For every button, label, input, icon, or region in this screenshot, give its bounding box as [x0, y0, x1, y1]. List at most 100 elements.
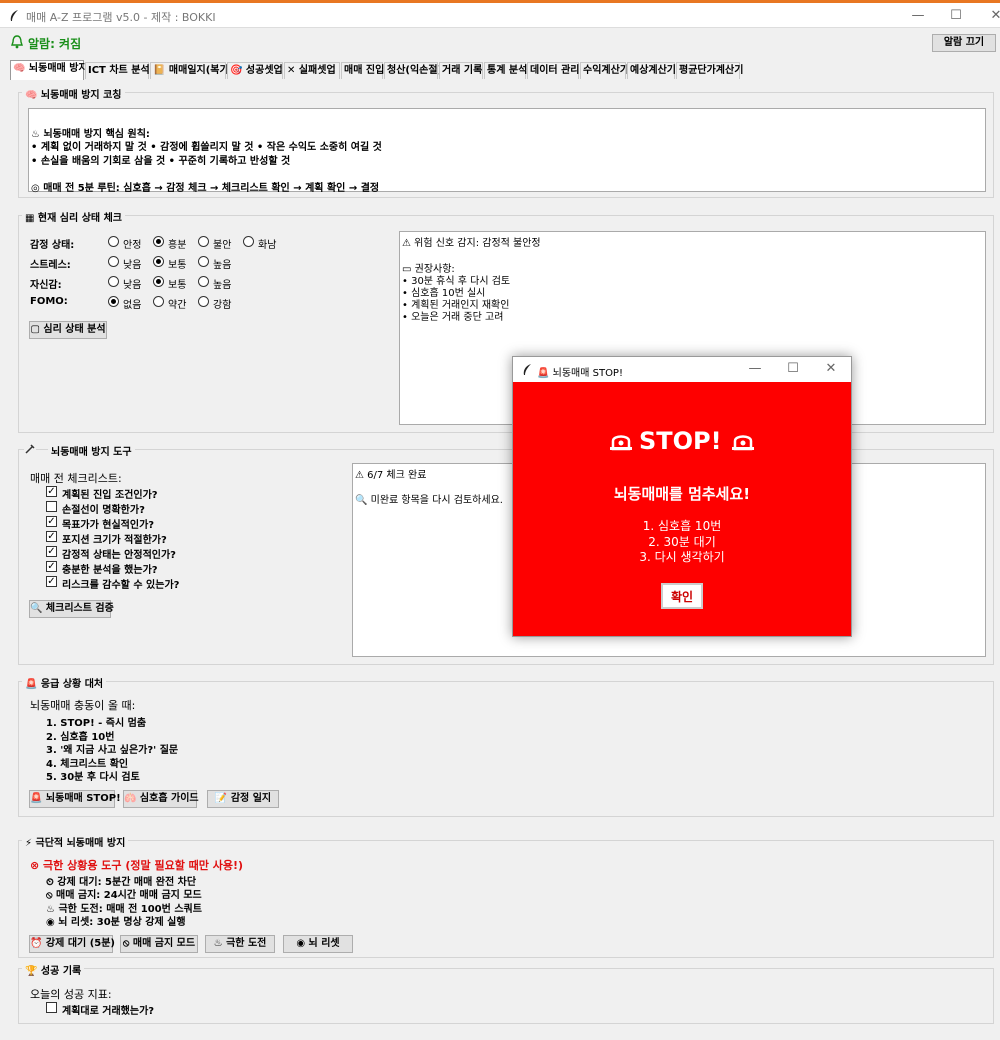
emotion-radio-angry[interactable] — [243, 236, 254, 247]
maximize-button[interactable]: ☐ — [936, 6, 976, 26]
tab-trade-record[interactable]: 거래 기록 — [439, 62, 483, 79]
stop-popup-window: 🚨 뇌동매매 STOP! — ☐ ✕ STOP! 뇌동매매를 멈추세요! 1. … — [512, 356, 852, 637]
extreme-line: ◉ 뇌 리셋: 30분 명상 강제 실행 — [46, 917, 186, 928]
option-label: 화남 — [258, 240, 277, 251]
popup-maximize-button[interactable]: ☐ — [773, 359, 813, 379]
tab-data-management[interactable]: 데이터 관리 — [527, 62, 579, 79]
tab-statistics[interactable]: 통계 분석 — [484, 62, 527, 79]
analyze-mental-button[interactable]: ▢ 심리 상태 분석 — [29, 321, 107, 339]
minimize-button[interactable]: — — [898, 6, 938, 26]
tab-trade-journal[interactable]: 📔 매매일지(복기) — [150, 62, 233, 79]
checklist-checkbox[interactable]: ✓ — [46, 516, 57, 527]
popup-titlebar: 🚨 뇌동매매 STOP! — ☐ ✕ — [513, 357, 851, 382]
popup-minimize-button[interactable]: — — [735, 359, 775, 379]
popup-title: 🚨 뇌동매매 STOP! — [537, 368, 623, 379]
breathing-guide-button[interactable]: 🫁 심호흡 가이드 — [123, 790, 199, 808]
feather-icon — [523, 364, 531, 375]
window-title: 매매 A-Z 프로그램 v5.0 - 제작 : BOKKI — [26, 11, 216, 24]
bell-icon — [11, 35, 23, 49]
tab-trade-entry[interactable]: 매매 진입 — [341, 62, 384, 79]
popup-headline: STOP! — [639, 427, 722, 455]
emergency-step: 5. 30분 후 다시 검토 — [46, 772, 140, 783]
success-checkbox[interactable] — [46, 1002, 57, 1013]
checklist-label: 리스크를 감수할 수 있는가? — [62, 580, 180, 591]
fomo-label: FOMO: — [30, 296, 68, 307]
emotion-label: 감정 상태: — [30, 240, 75, 251]
emergency-step: 3. '왜 지금 사고 싶은가?' 질문 — [46, 745, 179, 756]
checklist-checkbox[interactable]: ✓ — [46, 486, 57, 497]
alarm-status: 알람: 켜짐 — [28, 37, 82, 51]
result-line: 🔍 미완료 항목을 다시 검토하세요. — [355, 495, 503, 506]
siren-icon — [732, 435, 754, 451]
emergency-step: 1. STOP! - 즉시 멈춤 — [46, 718, 147, 729]
tab-exit[interactable]: 청산(익손절) — [384, 62, 442, 79]
popup-step: 1. 심호흡 10번 — [642, 519, 722, 533]
result-line: ⚠ 위험 신호 감지: 감정적 불안정 — [402, 238, 541, 249]
checklist-title: 매매 전 체크리스트: — [30, 472, 122, 485]
option-label: 높음 — [213, 280, 232, 291]
siren-icon — [610, 435, 632, 451]
checklist-label: 충분한 분석을 했는가? — [62, 565, 158, 576]
stress-radio-medium[interactable] — [153, 256, 164, 267]
tab-avg-price-calculator[interactable]: 평균단가계산기 — [676, 62, 743, 79]
option-label: 낮음 — [123, 260, 142, 271]
forced-wait-button[interactable]: ⏰ 강제 대기 (5분) — [29, 935, 115, 953]
popup-ok-button[interactable]: 확인 — [661, 583, 703, 609]
option-label: 불안 — [213, 240, 232, 251]
extreme-title: ⚡ 극단적 뇌동매매 방지 — [22, 834, 129, 849]
tools-icon — [24, 443, 36, 455]
tab-forecast-calculator[interactable]: 예상계산기 — [627, 62, 676, 79]
emotion-radio-anxious[interactable] — [198, 236, 209, 247]
fomo-radio-slight[interactable] — [153, 296, 164, 307]
extreme-warning: ⊗ 극한 상황용 도구 (정말 필요할 때만 사용!) — [30, 859, 244, 872]
window-titlebar: 매매 A-Z 프로그램 v5.0 - 제작 : BOKKI — ☐ ✕ — [0, 3, 1000, 28]
checklist-checkbox[interactable]: ✓ — [46, 561, 57, 572]
success-frame — [18, 968, 994, 1024]
success-item-label: 계획대로 거래했는가? — [62, 1006, 155, 1017]
emotion-journal-button[interactable]: 📝 감정 일지 — [207, 790, 279, 808]
tab-profit-calculator[interactable]: 수익계산기 — [580, 62, 629, 79]
emergency-heading: 뇌동매매 충동이 올 때: — [30, 699, 136, 712]
verify-checklist-button[interactable]: 🔍 체크리스트 검증 — [29, 600, 114, 618]
checklist-checkbox[interactable] — [46, 501, 57, 512]
fomo-radio-none[interactable] — [108, 296, 119, 307]
emotion-radio-excited[interactable] — [153, 236, 164, 247]
option-label: 강함 — [213, 300, 232, 311]
option-label: 안정 — [123, 240, 142, 251]
close-button[interactable]: ✕ — [976, 6, 1000, 26]
tab-fail-setup[interactable]: ✕ 실패셋업 — [284, 62, 340, 79]
checklist-checkbox[interactable]: ✓ — [46, 531, 57, 542]
result-line: • 오늘은 거래 중단 고려 — [402, 312, 504, 323]
tab-impulse-prevention[interactable]: 🧠 뇌동매매 방지 — [10, 60, 88, 80]
checklist-checkbox[interactable]: ✓ — [46, 546, 57, 557]
popup-step: 3. 다시 생각하기 — [639, 550, 725, 564]
trade-ban-button[interactable]: ⦸ 매매 금지 모드 — [120, 935, 198, 953]
coaching-line: • 계획 없이 거래하지 말 것 • 감정에 휩쓸리지 말 것 • 작은 수익도… — [31, 142, 382, 153]
success-heading: 오늘의 성공 지표: — [30, 988, 112, 1001]
mental-state-title: ▦ 현재 심리 상태 체크 — [22, 209, 125, 224]
option-label: 보통 — [168, 260, 187, 271]
success-title: 🏆 성공 기록 — [22, 962, 85, 977]
extreme-challenge-button[interactable]: ♨ 극한 도전 — [205, 935, 275, 953]
option-label: 흥분 — [168, 240, 187, 251]
alarm-off-button[interactable]: 알람 끄기 — [932, 34, 996, 52]
tab-success-setup[interactable]: 🎯 성공셋업 — [227, 62, 283, 79]
coaching-text: ♨ 뇌동매매 방지 핵심 원칙: • 계획 없이 거래하지 말 것 • 감정에 … — [28, 108, 986, 194]
tab-ict-chart[interactable]: ICT 차트 분석 — [85, 62, 150, 79]
popup-close-button[interactable]: ✕ — [811, 359, 851, 379]
stress-radio-high[interactable] — [198, 256, 209, 267]
option-label: 없음 — [123, 300, 142, 311]
extreme-line: ⦸ 매매 금지: 24시간 매매 금지 모드 — [46, 890, 202, 901]
option-label: 높음 — [213, 260, 232, 271]
option-label: 약간 — [168, 300, 187, 311]
confidence-radio-high[interactable] — [198, 276, 209, 287]
confidence-radio-low[interactable] — [108, 276, 119, 287]
brain-reset-button[interactable]: ◉ 뇌 리셋 — [283, 935, 353, 953]
stress-label: 스트레스: — [30, 260, 71, 271]
emotion-radio-stable[interactable] — [108, 236, 119, 247]
checklist-checkbox[interactable]: ✓ — [46, 576, 57, 587]
fomo-radio-strong[interactable] — [198, 296, 209, 307]
stop-button[interactable]: 🚨 뇌동매매 STOP! — [29, 790, 121, 808]
confidence-radio-medium[interactable] — [153, 276, 164, 287]
stress-radio-low[interactable] — [108, 256, 119, 267]
